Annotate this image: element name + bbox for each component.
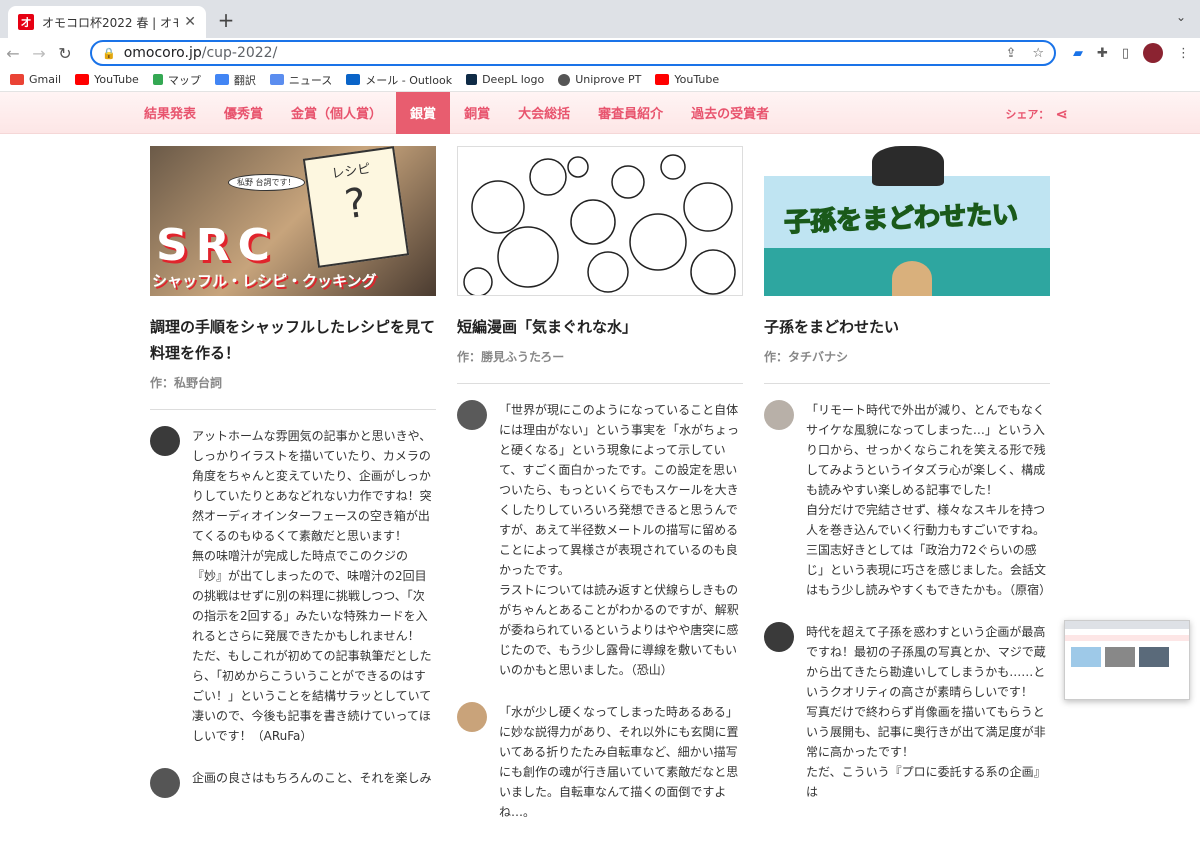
divider [457, 383, 743, 384]
comment-text: アットホームな雰囲気の記事かと思いきや、しっかりイラストを描いていたり、カメラの… [192, 429, 432, 743]
comment-text: 時代を超えて子孫を惑わすという企画が最高ですね！最初の子孫風の写真とか、マジで蔵… [806, 625, 1046, 799]
judge-comment: アットホームな雰囲気の記事かと思いきや、しっかりイラストを描いていたり、カメラの… [150, 426, 436, 746]
tab-strip: オ オモコロ杯2022 春 | オモコロ ✕ + ⌄ [0, 0, 1200, 38]
bookmark-star-icon[interactable]: ☆ [1032, 46, 1044, 61]
article-title[interactable]: 調理の手順をシャッフルしたレシピを見て料理を作る！ [150, 314, 436, 366]
outlook-icon [346, 74, 361, 85]
chat-extension-icon[interactable]: ▰ [1073, 46, 1083, 61]
article-card: 子孫をまどわせたい 子孫をまどわせたい 作：タチバナシ 「リモート時代で外出が減… [764, 146, 1052, 844]
tab-title: オモコロ杯2022 春 | オモコロ [42, 15, 179, 30]
article-thumbnail[interactable]: レシピ ? 私野 台詞です！ SRC シャッフル・レシピ・クッキング [150, 146, 436, 296]
news-icon [269, 74, 284, 85]
article-thumbnail[interactable] [457, 146, 743, 296]
bookmarks-bar: Gmail YouTube マップ 翻訳 ニュース メール - Outlook … [0, 68, 1200, 92]
nav-judges[interactable]: 審査員紹介 [584, 92, 677, 134]
bookmark-deepl[interactable]: DeepL logo [466, 73, 544, 86]
share-icon[interactable]: ⋖ [1055, 105, 1068, 123]
bookmark-outlook[interactable]: メール - Outlook [346, 72, 452, 88]
judge-comment: 「水が少し硬くなってしまった時あるある」に妙な説得力があり、それ以外にも玄関に置… [457, 702, 743, 822]
nav-past-winners[interactable]: 過去の受賞者 [677, 92, 783, 134]
bookmark-youtube[interactable]: YouTube [75, 73, 139, 86]
url-path: /cup-2022/ [201, 45, 278, 61]
nav-results[interactable]: 結果発表 [130, 92, 210, 134]
article-card: レシピ ? 私野 台詞です！ SRC シャッフル・レシピ・クッキング 調理の手順… [150, 146, 436, 844]
bookmark-gmail[interactable]: Gmail [10, 73, 61, 86]
browser-toolbar: ← → ↻ 🔒 omocoro.jp/cup-2022/ ⇪ ☆ ▰ ✚ ▯ ⋮ [0, 38, 1200, 68]
tab-search-chevron-icon[interactable]: ⌄ [1176, 10, 1186, 24]
nav-silver[interactable]: 銀賞 [396, 91, 451, 134]
bookmark-maps[interactable]: マップ [152, 72, 201, 88]
bookmark-translate[interactable]: 翻訳 [214, 72, 256, 88]
bookmark-uniprove[interactable]: Uniprove PT [558, 73, 641, 86]
share-label: シェア： [1005, 108, 1050, 121]
thumbnail-caption: SRC [156, 220, 278, 271]
judge-comment: 「世界が現にこのようになっていること自体には理由がない」という事実を「水がちょっ… [457, 400, 743, 680]
comment-text: 企画の良さはもちろんのこと、それを楽しみ [192, 771, 432, 785]
site-navigation: 結果発表 優秀賞 金賞（個人賞） 銀賞 銅賞 大会総括 審査員紹介 過去の受賞者… [0, 91, 1200, 134]
recipe-note-drawing: レシピ ? [302, 146, 410, 268]
profile-avatar[interactable] [1143, 43, 1163, 63]
address-bar[interactable]: 🔒 omocoro.jp/cup-2022/ ⇪ ☆ [90, 40, 1056, 66]
menu-kebab-icon[interactable]: ⋮ [1177, 46, 1190, 61]
deepl-icon [466, 74, 478, 85]
judge-comment: 「リモート時代で外出が減り、とんでもなくサイケな風貌になってしまった…」という入… [764, 400, 1052, 600]
close-tab-icon[interactable]: ✕ [184, 14, 196, 30]
article-card: 短編漫画「気まぐれな水」 作：勝見ふうたろー 「世界が現にこのようになっているこ… [457, 146, 743, 844]
manga-bubbles-drawing [463, 154, 736, 295]
gmail-icon [10, 74, 24, 85]
hair-shape [872, 146, 944, 186]
side-panel-icon[interactable]: ▯ [1122, 46, 1129, 61]
bookmark-youtube-2[interactable]: YouTube [655, 73, 719, 86]
nav-summary[interactable]: 大会総括 [504, 92, 584, 134]
translate-icon [214, 74, 229, 85]
new-tab-button[interactable]: + [214, 8, 238, 32]
speech-bubble: 私野 台詞です！ [228, 174, 305, 191]
thumbnail-subcaption: シャッフル・レシピ・クッキング [152, 272, 377, 290]
divider [150, 409, 436, 410]
article-author: 作：タチバナシ [764, 350, 849, 364]
youtube-icon [655, 74, 670, 85]
lock-icon[interactable]: 🔒 [102, 47, 116, 60]
article-columns: レシピ ? 私野 台詞です！ SRC シャッフル・レシピ・クッキング 調理の手順… [150, 146, 1052, 844]
youtube-icon [75, 74, 90, 85]
maps-pin-icon [152, 74, 163, 85]
picture-in-picture-preview[interactable] [1064, 620, 1190, 700]
back-button[interactable]: ← [0, 44, 26, 63]
judge-comment: 時代を超えて子孫を惑わすという企画が最高ですね！最初の子孫風の写真とか、マジで蔵… [764, 622, 1050, 802]
nav-bronze[interactable]: 銅賞 [450, 92, 504, 134]
judge-avatar [457, 702, 487, 732]
thumbnail-caption: 子孫をまどわせたい [783, 199, 1019, 239]
comment-text: 「水が少し硬くなってしまった時あるある」に妙な説得力があり、それ以外にも玄関に置… [499, 705, 739, 819]
nav-gold[interactable]: 金賞（個人賞） [277, 92, 396, 134]
judge-avatar [150, 426, 180, 456]
url-host: omocoro.jp [123, 45, 202, 61]
reload-button[interactable]: ↻ [52, 44, 78, 63]
extensions-area: ▰ ✚ ▯ ⋮ [1073, 43, 1190, 63]
judge-comment: 企画の良さはもちろんのこと、それを楽しみ [150, 768, 436, 798]
judge-avatar [457, 400, 487, 430]
comment-text: 「世界が現にこのようになっていること自体には理由がない」という事実を「水がちょっ… [499, 403, 740, 677]
judge-avatar [150, 768, 180, 798]
omocoro-favicon-icon: オ [18, 14, 34, 30]
share-page-icon[interactable]: ⇪ [1005, 46, 1016, 61]
article-thumbnail[interactable]: 子孫をまどわせたい [764, 146, 1050, 296]
judge-avatar [764, 400, 794, 430]
judge-avatar [764, 622, 794, 652]
article-title[interactable]: 短編漫画「気まぐれな水」 [457, 314, 743, 340]
share-area[interactable]: シェア： ⋖ [1005, 105, 1068, 123]
browser-tab[interactable]: オ オモコロ杯2022 春 | オモコロ ✕ [8, 6, 206, 38]
globe-icon [558, 73, 571, 86]
divider [764, 383, 1050, 384]
dog-shape [892, 261, 932, 296]
puzzle-extensions-icon[interactable]: ✚ [1097, 46, 1108, 61]
article-title[interactable]: 子孫をまどわせたい [764, 314, 1050, 340]
comment-text: 「リモート時代で外出が減り、とんでもなくサイケな風貌になってしまった…」という入… [806, 403, 1052, 597]
forward-button[interactable]: → [26, 44, 52, 63]
nav-excellence[interactable]: 優秀賞 [210, 92, 277, 134]
article-author: 作：勝見ふうたろー [457, 350, 565, 364]
article-author: 作：私野台詞 [150, 376, 223, 390]
bookmark-news[interactable]: ニュース [269, 72, 332, 88]
